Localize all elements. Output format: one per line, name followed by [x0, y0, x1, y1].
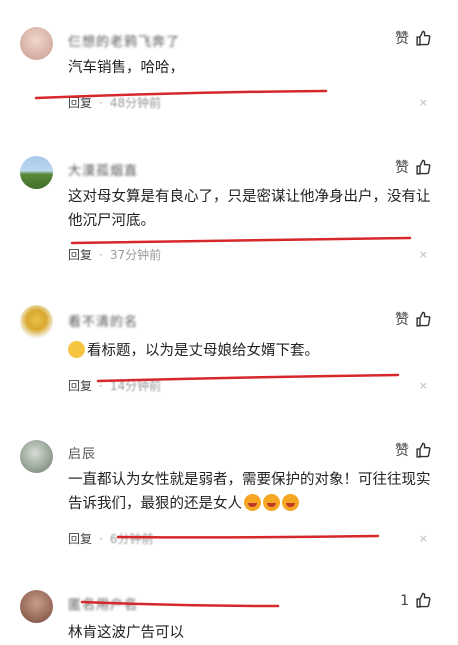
- comment-text: 林肯这波广告可以: [68, 625, 184, 641]
- like-label: 赞: [395, 160, 409, 176]
- avatar[interactable]: [20, 440, 53, 473]
- timestamp: 37分钟前: [109, 248, 162, 262]
- reply-button[interactable]: 回复: [68, 532, 92, 546]
- timestamp: 6分钟前: [109, 532, 154, 546]
- emoji-icon: [282, 494, 299, 511]
- emoji-icon: [244, 494, 261, 511]
- commenter-name[interactable]: 仨想的老鸦飞奔了: [68, 31, 180, 50]
- thumbs-up-icon: [416, 311, 431, 327]
- reply-button[interactable]: 回复: [68, 379, 92, 393]
- avatar[interactable]: [20, 305, 53, 338]
- commenter-name[interactable]: 看不清的名: [68, 311, 138, 330]
- close-icon[interactable]: ×: [419, 96, 428, 109]
- thumbs-up-icon: [416, 592, 431, 608]
- close-icon[interactable]: ×: [419, 379, 428, 392]
- like-button[interactable]: 赞: [395, 440, 432, 460]
- avatar[interactable]: [20, 156, 53, 189]
- separator-dot: ·: [99, 96, 103, 110]
- reply-button[interactable]: 回复: [68, 96, 92, 110]
- comment-text: 这对母女算是有良心了，只是密谋让他净身出户，没有让他沉尸河底。: [68, 189, 431, 229]
- reply-button[interactable]: 回复: [68, 248, 92, 262]
- like-button[interactable]: 赞: [395, 157, 432, 177]
- commenter-name[interactable]: 匿名用户名: [68, 594, 138, 613]
- thumbs-up-icon: [416, 159, 431, 175]
- avatar[interactable]: [20, 27, 53, 60]
- thumbs-up-icon: [416, 442, 431, 458]
- close-icon[interactable]: ×: [419, 248, 428, 261]
- like-button[interactable]: 赞: [395, 28, 432, 48]
- like-button[interactable]: 1: [400, 592, 432, 609]
- comment-text: 看标题，以为是丈母娘给女婿下套。: [68, 339, 433, 363]
- commenter-name[interactable]: 大漠孤烟直: [68, 160, 138, 179]
- timestamp: 48分钟前: [109, 96, 162, 110]
- red-underline: [116, 534, 380, 539]
- thumbs-up-icon: [416, 30, 431, 46]
- like-button[interactable]: 赞: [395, 309, 432, 329]
- like-count: 1: [400, 592, 409, 609]
- comment-text: 汽车销售，哈哈，: [68, 60, 184, 76]
- separator-dot: ·: [99, 248, 103, 262]
- separator-dot: ·: [99, 532, 103, 546]
- comment-text-body: 看标题，以为是丈母娘给女婿下套。: [87, 343, 319, 359]
- avatar[interactable]: [20, 590, 53, 623]
- like-label: 赞: [395, 31, 409, 47]
- comment-meta: 回复 · 6分钟前: [68, 530, 153, 547]
- comment-text: 一直都认为女性就是弱者，需要保护的对象！可往往现实告诉我们，最狠的还是女人: [68, 468, 433, 516]
- comment-meta: 回复 · 14分钟前: [68, 377, 161, 394]
- like-label: 赞: [395, 312, 409, 328]
- comment-meta: 回复 · 37分钟前: [68, 246, 161, 263]
- like-label: 赞: [395, 443, 409, 459]
- emoji-icon: [263, 494, 280, 511]
- close-icon[interactable]: ×: [419, 532, 428, 545]
- timestamp: 14分钟前: [109, 379, 162, 393]
- commenter-name[interactable]: 启辰: [68, 443, 96, 462]
- emoji-icon: [68, 341, 85, 358]
- comment-meta: 回复 · 48分钟前: [68, 94, 161, 111]
- separator-dot: ·: [99, 379, 103, 393]
